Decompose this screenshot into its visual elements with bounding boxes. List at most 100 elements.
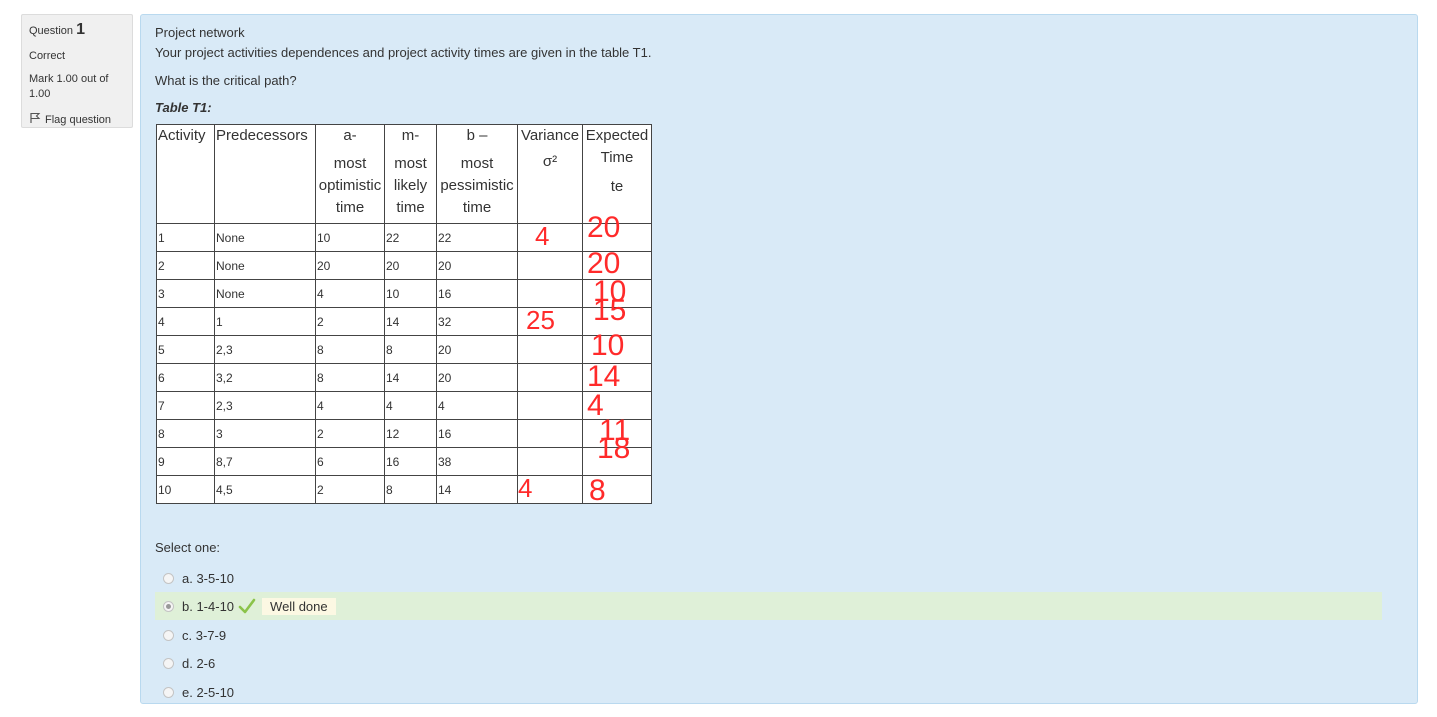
table-header-line: b –	[466, 127, 488, 144]
table-cell: 8,7	[214, 447, 316, 476]
variance-cell	[517, 279, 583, 308]
answer-option[interactable]: a. 3-5-10	[155, 564, 234, 592]
question-description: Your project activities dependences and …	[155, 45, 652, 60]
table-cell: 4,5	[214, 475, 316, 504]
table-header-cell: a-most optimistic time	[315, 124, 385, 224]
table-cell: 20	[315, 251, 385, 280]
table-row: 5 2,3 8 8 20 10	[156, 331, 652, 364]
table-header-cell: Expected Time te	[582, 124, 652, 224]
handwritten-variance: 4	[518, 473, 533, 503]
variance-cell: 4	[517, 221, 583, 252]
table-header-line: a-	[343, 127, 357, 144]
table-header-line: Expected	[585, 127, 649, 144]
table-header-line: σ²	[542, 153, 558, 170]
table-cell: 20	[436, 363, 518, 392]
handwritten-expected-time: 10	[591, 329, 625, 362]
table-cell: 20	[436, 335, 518, 364]
expected-time-cell: 14	[582, 362, 652, 392]
table-cell: 1	[214, 307, 316, 336]
flag-icon	[29, 112, 41, 127]
table-row: 6 3,2 8 14 20 14	[156, 362, 652, 392]
flag-question-button[interactable]: Flag question	[29, 112, 125, 127]
answer-option-label: b. 1-4-10	[182, 598, 235, 614]
table-cell: None	[214, 279, 316, 308]
flag-question-label: Flag question	[45, 113, 112, 126]
table-header-line: most	[460, 155, 494, 172]
table-caption: Table T1:	[155, 100, 212, 115]
table-cell: None	[214, 251, 316, 280]
handwritten-expected-time: 18	[597, 432, 631, 465]
table-header-line: Variance	[520, 127, 580, 144]
table-header-cell: Predecessors	[214, 124, 316, 224]
radio-button[interactable]	[163, 572, 174, 584]
table-cell: 22	[436, 223, 518, 252]
table-cell: 4	[436, 391, 518, 420]
table-cell: 4	[315, 279, 385, 308]
table-header-line: te	[610, 178, 624, 195]
table-cell: 6	[156, 363, 215, 392]
table-row: 8 3 2 12 16 11	[156, 416, 652, 448]
table-cell: 16	[436, 279, 518, 308]
answer-option-label: e. 2-5-10	[182, 684, 235, 700]
table-cell: 20	[436, 251, 518, 280]
answer-option[interactable]: e. 2-5-10	[155, 678, 234, 706]
table-cell: 16	[436, 419, 518, 448]
answer-option[interactable]: d. 2-6	[155, 649, 215, 677]
table-header-line: most	[333, 155, 367, 172]
table-header-line: likely	[393, 177, 428, 194]
question-number: Question 1	[29, 21, 85, 38]
table-cell: 14	[384, 363, 437, 392]
table-cell: 2,3	[214, 335, 316, 364]
table-cell: 7	[156, 391, 215, 420]
expected-time-cell: 18	[582, 434, 652, 476]
table-cell: 12	[384, 419, 437, 448]
table-cell: 9	[156, 447, 215, 476]
table-cell: 10	[156, 475, 215, 504]
table-header-cell: m-most likely time	[384, 124, 437, 224]
table-cell: 4	[315, 391, 385, 420]
table-header-cell: b – most pessimistic time	[436, 124, 518, 224]
answer-option-label: c. 3-7-9	[182, 627, 227, 643]
table-cell: 16	[384, 447, 437, 476]
table-cell: 8	[384, 335, 437, 364]
question-info-panel: Question 1 Correct Mark 1.00 out of 1.00…	[21, 14, 133, 128]
table-cell: 2	[315, 419, 385, 448]
table-cell: 2	[156, 251, 215, 280]
table-header-cell: Variance σ²	[517, 124, 583, 224]
radio-button[interactable]	[163, 657, 174, 669]
table-cell: 14	[384, 307, 437, 336]
select-one-label: Select one:	[155, 540, 221, 555]
variance-cell: 4	[517, 473, 583, 504]
answer-option[interactable]: b. 1-4-10 Well done	[155, 592, 1382, 620]
answer-option-label: a. 3-5-10	[182, 570, 235, 586]
table-cell: 3	[214, 419, 316, 448]
table-cell: 2,3	[214, 391, 316, 420]
table-cell: 6	[315, 447, 385, 476]
variance-cell	[517, 419, 583, 448]
table-cell: 10	[315, 223, 385, 252]
table-row: 9 8,7 6 16 38 18	[156, 434, 652, 476]
table-row: 1 None 10 22 22 4 20	[156, 213, 652, 252]
radio-button[interactable]	[163, 629, 174, 641]
variance-cell	[517, 447, 583, 476]
table-cell: 2	[315, 307, 385, 336]
table-cell: None	[214, 223, 316, 252]
table-cell: 14	[436, 475, 518, 504]
table-row: 10 4,5 2 8 14 4 8	[156, 473, 652, 506]
table-header-line: pessimistic	[440, 177, 514, 194]
feedback-badge: Well done	[262, 597, 336, 615]
table-row: 2 None 20 20 20 20	[156, 249, 652, 280]
answer-option[interactable]: c. 3-7-9	[155, 621, 226, 649]
radio-button[interactable]	[163, 600, 174, 612]
table-cell: 2	[315, 475, 385, 504]
variance-cell: 25	[517, 307, 583, 336]
table-header-cell: Activity	[156, 124, 215, 224]
table-cell: 10	[384, 279, 437, 308]
table-header-line: time	[462, 199, 492, 216]
variance-cell	[517, 391, 583, 420]
table-cell: 22	[384, 223, 437, 252]
handwritten-variance: 4	[535, 221, 550, 251]
table-header-line: time	[396, 199, 425, 216]
table-cell: 38	[436, 447, 518, 476]
radio-button[interactable]	[163, 686, 174, 698]
